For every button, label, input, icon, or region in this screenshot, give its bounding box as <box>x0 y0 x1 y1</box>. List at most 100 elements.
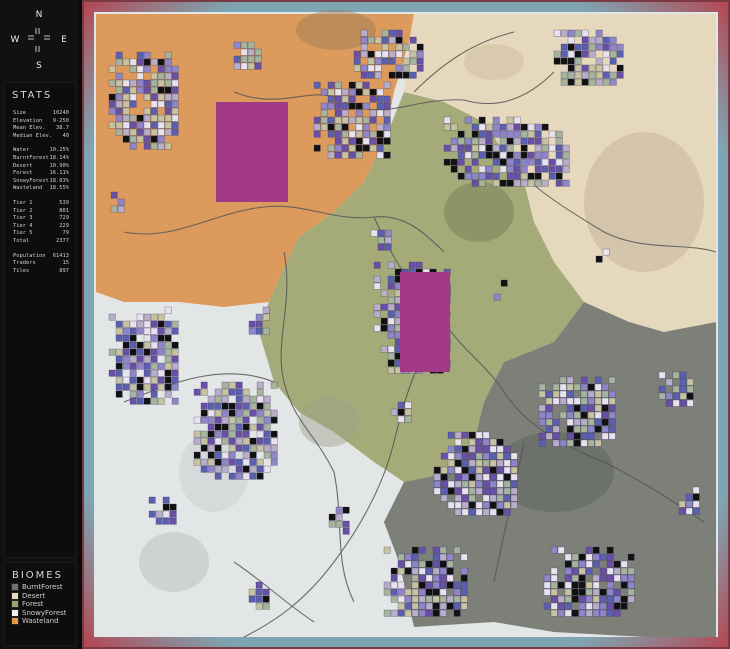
stat-label: Wasteland <box>13 185 43 192</box>
settlement-tile <box>601 383 609 391</box>
settlement-tile <box>110 191 118 199</box>
settlement-tile <box>341 95 349 103</box>
map-canvas[interactable] <box>84 2 728 647</box>
settlement-tile <box>573 439 581 447</box>
settlement-tile <box>143 114 151 122</box>
settlement-tile <box>478 144 486 152</box>
settlement-tile <box>672 371 680 379</box>
settlement-tile <box>129 327 137 335</box>
settlement-tile <box>143 348 151 356</box>
settlement-tile <box>221 381 229 389</box>
settlement-tile <box>439 588 447 596</box>
settlement-tile <box>193 416 201 424</box>
settlement-tile <box>150 58 158 66</box>
settlement-tile <box>383 588 391 596</box>
settlement-tile <box>262 602 270 610</box>
settlement-tile <box>513 179 521 187</box>
settlement-tile <box>411 581 419 589</box>
settlement-tile <box>594 404 602 412</box>
settlement-tile <box>692 500 700 508</box>
settlement-tile <box>588 71 596 79</box>
settlement-tile <box>594 390 602 398</box>
settlement-tile <box>489 487 497 495</box>
settlement-tile <box>383 609 391 617</box>
settlement-tile <box>587 432 595 440</box>
settlement-tile <box>588 43 596 51</box>
settlement-tile <box>395 50 403 58</box>
stat-value: 38.7 <box>56 125 69 132</box>
settlement-tile <box>255 327 263 335</box>
settlement-tile <box>496 494 504 502</box>
world-map[interactable] <box>82 0 730 649</box>
settlement-tile <box>446 567 454 575</box>
settlement-tile <box>164 390 172 398</box>
settlement-tile <box>416 50 424 58</box>
settlement-tile <box>665 378 673 386</box>
settlement-tile <box>200 465 208 473</box>
settlement-tile <box>425 609 433 617</box>
settlement-tile <box>207 465 215 473</box>
settlement-tile <box>613 609 621 617</box>
settlement-tile <box>585 595 593 603</box>
settlement-tile <box>627 574 635 582</box>
settlement-tile <box>233 62 241 70</box>
settlement-tile <box>108 107 116 115</box>
settlement-tile <box>555 158 563 166</box>
settlement-tile <box>553 50 561 58</box>
settlement-tile <box>482 445 490 453</box>
settlement-tile <box>157 369 165 377</box>
settlement-tile <box>129 355 137 363</box>
settlement-tile <box>263 437 271 445</box>
settlement-tile <box>143 86 151 94</box>
settlement-tile <box>409 36 417 44</box>
settlement-tile <box>468 452 476 460</box>
settlement-tile <box>454 459 462 467</box>
settlement-tile <box>461 452 469 460</box>
settlement-tile <box>620 602 628 610</box>
city-magenta-northwest[interactable] <box>216 102 288 202</box>
settlement-tile <box>334 116 342 124</box>
settlement-tile <box>387 366 395 374</box>
settlement-tile <box>446 595 454 603</box>
settlement-tile <box>328 513 336 521</box>
settlement-tile <box>499 165 507 173</box>
settlement-tile <box>115 100 123 108</box>
settlement-tile <box>122 376 130 384</box>
settlement-tile <box>242 416 250 424</box>
settlement-tile <box>485 172 493 180</box>
stat-label: Tiles <box>13 267 30 274</box>
settlement-tile <box>433 487 441 495</box>
settlement-tile <box>143 51 151 59</box>
settlement-tile <box>608 397 616 405</box>
settlement-tile <box>587 404 595 412</box>
settlement-tile <box>439 595 447 603</box>
stat-row: Tier 1 539 <box>5 200 75 208</box>
settlement-tile <box>489 452 497 460</box>
settlement-tile <box>500 279 508 287</box>
settlement-tile <box>411 588 419 596</box>
settlement-tile <box>242 388 250 396</box>
compass-north: N <box>36 10 43 20</box>
settlement-tile <box>150 397 158 405</box>
settlement-tile <box>108 93 116 101</box>
city-magenta-central[interactable] <box>400 272 450 372</box>
settlement-tile <box>432 567 440 575</box>
settlement-tile <box>404 602 412 610</box>
stat-row: Median Elev. 40 <box>5 133 75 141</box>
settlement-tile <box>471 172 479 180</box>
settlement-tile <box>334 123 342 131</box>
settlement-tile <box>447 487 455 495</box>
settlement-tile <box>376 95 384 103</box>
settlement-tile <box>164 320 172 328</box>
settlement-tile <box>129 341 137 349</box>
settlement-tile <box>235 388 243 396</box>
settlement-tile <box>510 452 518 460</box>
settlement-tile <box>679 392 687 400</box>
settlement-tile <box>129 397 137 405</box>
settlement-tile <box>560 57 568 65</box>
settlement-tile <box>200 416 208 424</box>
settlement-tile <box>453 546 461 554</box>
settlement-tile <box>136 86 144 94</box>
settlement-tile <box>461 487 469 495</box>
settlement-tile <box>384 236 392 244</box>
